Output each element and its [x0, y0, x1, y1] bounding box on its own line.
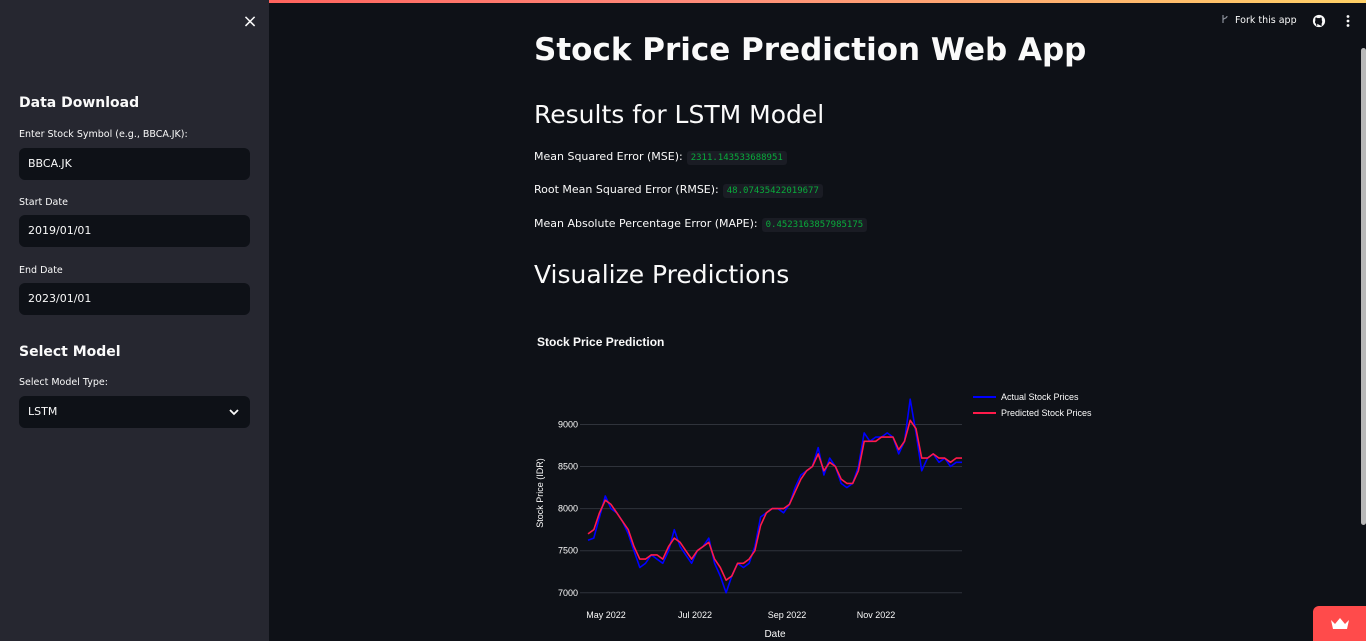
prediction-chart[interactable]: Stock Price Prediction 7000 7500 8000 8500 9… — [530, 325, 1130, 641]
fork-icon — [1222, 15, 1228, 23]
mape-label: Mean Absolute Percentage Error (MAPE): — [534, 217, 758, 230]
x-tick-label: Nov 2022 — [857, 610, 896, 620]
symbol-input[interactable]: BBCA.JK — [19, 148, 250, 180]
results-header: Results for LSTM Model — [534, 100, 825, 129]
legend-label[interactable]: Predicted Stock Prices — [1001, 408, 1092, 418]
fork-app-button[interactable]: Fork this app — [1221, 14, 1297, 26]
select-model-header: Select Model — [19, 344, 121, 360]
model-type-select[interactable]: LSTM — [19, 396, 250, 428]
mape-value: 0.4523163857985175 — [761, 218, 868, 232]
model-type-label: Select Model Type: — [19, 377, 108, 388]
x-axis-label: Date — [764, 629, 786, 640]
y-tick-label: 9000 — [558, 419, 578, 429]
y-tick-label: 8000 — [558, 504, 578, 514]
crown-icon — [1331, 618, 1349, 629]
page-scrollbar[interactable] — [1361, 48, 1366, 525]
x-tick-label: Jul 2022 — [678, 610, 712, 620]
series-line-predicted[interactable] — [587, 419, 962, 581]
page-title: Stock Price Prediction Web App — [534, 32, 1087, 68]
rmse-row: Root Mean Squared Error (RMSE): 48.074354… — [534, 183, 823, 198]
fork-label: Fork this app — [1235, 15, 1297, 26]
end-date-label: End Date — [19, 265, 63, 276]
deploy-button[interactable] — [1313, 606, 1366, 641]
model-type-value: LSTM — [28, 405, 58, 418]
visualize-header: Visualize Predictions — [534, 260, 790, 289]
start-date-label: Start Date — [19, 197, 68, 208]
series-line-actual[interactable] — [587, 398, 962, 594]
y-tick-label: 7500 — [558, 546, 578, 556]
chart-title: Stock Price Prediction — [537, 335, 664, 349]
kebab-menu-icon[interactable] — [1343, 14, 1353, 28]
mse-row: Mean Squared Error (MSE): 2311.1435336889… — [534, 150, 787, 165]
start-date-input[interactable]: 2019/01/01 — [19, 215, 250, 247]
sidebar-close-button[interactable]: × — [241, 12, 259, 32]
end-date-input[interactable]: 2023/01/01 — [19, 283, 250, 315]
legend-label[interactable]: Actual Stock Prices — [1001, 392, 1079, 402]
y-tick-label: 7000 — [558, 588, 578, 598]
mape-row: Mean Absolute Percentage Error (MAPE): 0.… — [534, 217, 868, 232]
mse-value: 2311.143533688951 — [686, 151, 787, 165]
symbol-label: Enter Stock Symbol (e.g., BBCA.JK): — [19, 129, 188, 140]
y-tick-label: 8500 — [558, 462, 578, 472]
rmse-label: Root Mean Squared Error (RMSE): — [534, 183, 719, 196]
mse-label: Mean Squared Error (MSE): — [534, 150, 683, 163]
sidebar: × Data Download Enter Stock Symbol (e.g.… — [0, 0, 269, 641]
rmse-value: 48.07435422019677 — [722, 184, 823, 198]
x-tick-label: Sep 2022 — [768, 610, 807, 620]
github-icon[interactable] — [1312, 14, 1326, 28]
y-axis-label: Stock Price (IDR) — [535, 458, 545, 528]
x-tick-label: May 2022 — [586, 610, 626, 620]
data-download-header: Data Download — [19, 95, 140, 111]
chevron-down-icon — [229, 409, 239, 416]
